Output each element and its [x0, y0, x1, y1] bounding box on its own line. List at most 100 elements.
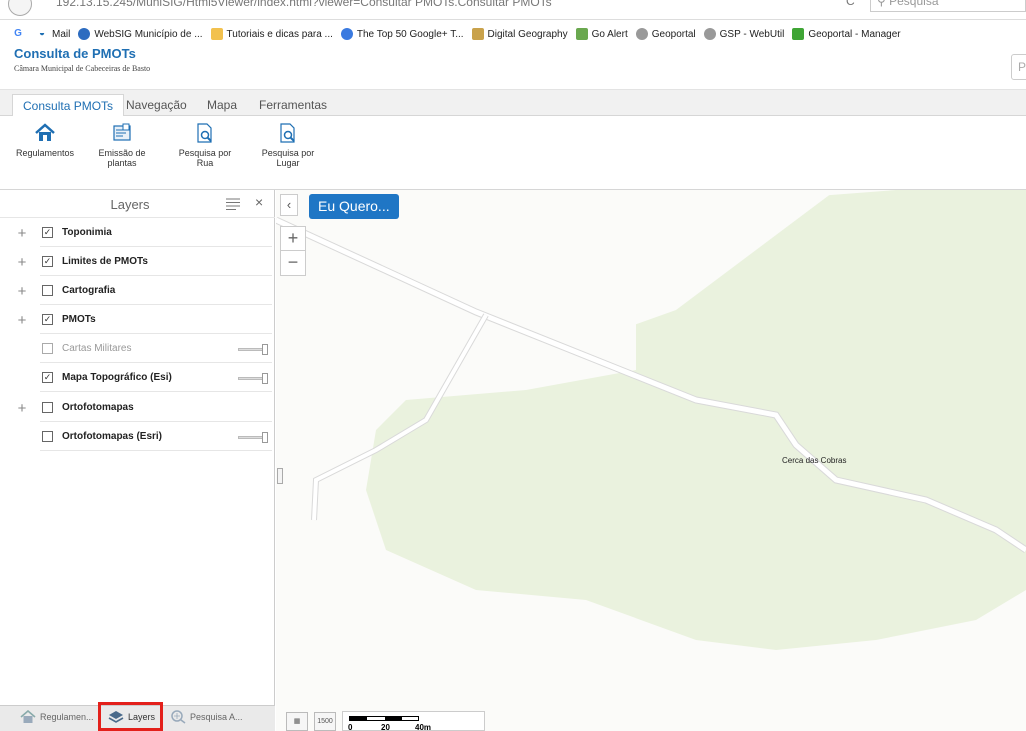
layers-tab-highlight [98, 702, 163, 731]
bookmark-label: Tutoriais e dicas para ... [226, 28, 333, 40]
layer-item-cartas-militares[interactable]: Cartas Militares [40, 334, 272, 363]
expand-plus-icon[interactable]: + [16, 225, 28, 242]
layer-item-pmots[interactable]: ✓ PMOTs [40, 305, 272, 334]
layer-checkbox[interactable] [42, 401, 53, 413]
layer-checkbox[interactable] [42, 342, 53, 354]
bookmark-item[interactable]: Geoportal [635, 28, 696, 40]
layer-checkbox[interactable]: ✓ [42, 226, 53, 238]
button-label: Emissão de [98, 148, 146, 158]
app-search-input[interactable]: P [1011, 54, 1026, 80]
emissao-plantas-button[interactable]: Emissão de plantas [87, 122, 157, 168]
zoom-in-button[interactable]: + [281, 227, 305, 251]
bookmark-item[interactable]: The Top 50 Google+ T... [340, 28, 464, 40]
layer-checkbox[interactable] [42, 284, 53, 296]
bookmark-item[interactable]: WebSIG Município de ... [78, 28, 203, 40]
opacity-slider[interactable] [238, 432, 270, 443]
layer-label: Ortofotomapas [62, 401, 134, 413]
layer-item-cartografia[interactable]: Cartografia [40, 276, 272, 305]
bookmark-label: GSP - WebUtil [719, 28, 785, 40]
pesquisa-lugar-button[interactable]: Pesquisa por Lugar [253, 122, 323, 168]
panel-splitter-handle[interactable] [277, 468, 283, 484]
layer-label: Mapa Topográfico (Esi) [62, 371, 172, 383]
browser-search-input[interactable]: ⚲ Pesquisa [870, 0, 1026, 12]
button-label: Pesquisa por [178, 148, 232, 158]
layer-checkbox[interactable] [42, 430, 53, 442]
tab-pesquisa[interactable]: Pesquisa A... [170, 710, 243, 724]
layers-panel-header: Layers × [0, 190, 275, 218]
layer-item-mapa-topografico[interactable]: ✓ Mapa Topográfico (Esi) [40, 363, 272, 392]
zoom-out-button[interactable]: − [281, 251, 305, 275]
bookmark-label: Geoportal [651, 28, 696, 40]
slider-handle[interactable] [262, 344, 268, 355]
opacity-slider[interactable] [238, 373, 270, 384]
expand-plus-icon[interactable]: + [16, 283, 28, 300]
scale-bar: 0 20 40m [342, 711, 485, 731]
bookmarks-bar: G ◒ Mail WebSIG Município de ... Tutoriai… [0, 24, 1026, 44]
layer-checkbox[interactable]: ✓ [42, 313, 53, 325]
back-button[interactable] [8, 0, 32, 16]
alert-icon [575, 28, 588, 40]
bookmark-item[interactable]: Go Alert [575, 28, 628, 40]
tab-consulta-pmots[interactable]: Consulta PMOTs [12, 94, 125, 117]
layer-checkbox[interactable]: ✓ [42, 255, 53, 267]
layer-item-toponimia[interactable]: ✓ Toponimia [40, 218, 272, 247]
eu-quero-button[interactable]: Eu Quero... [309, 194, 399, 219]
tab-mapa[interactable]: Mapa [197, 94, 247, 117]
slider-handle[interactable] [262, 432, 268, 443]
dg-icon [471, 28, 484, 40]
browser-search-placeholder: Pesquisa [889, 0, 939, 8]
button-label: plantas [107, 158, 137, 168]
bookmark-item[interactable]: Geoportal - Manager [792, 28, 901, 40]
bookmark-item[interactable]: GSP - WebUtil [703, 28, 785, 40]
globe-icon [703, 28, 716, 40]
bookmark-label: Mail [52, 28, 71, 40]
mail-icon: ◒ [38, 28, 46, 39]
scale-button[interactable]: 1500 [314, 712, 336, 731]
url-field[interactable]: 192.13.15.245/MuniSIG/Html5Viewer/index.… [56, 0, 552, 9]
globe-icon [635, 28, 648, 40]
layer-item-ortofotomapas[interactable]: Ortofotomapas [40, 393, 272, 422]
manager-icon [792, 28, 805, 40]
bookmark-item[interactable]: ◒ Mail [36, 28, 70, 40]
tab-regulamentos[interactable]: Regulamen... [20, 710, 94, 724]
tab-navegacao[interactable]: Navegação [116, 94, 197, 117]
bookmark-item[interactable]: Digital Geography [471, 28, 568, 40]
reload-icon[interactable]: C [846, 0, 855, 8]
layers-panel: Layers × + ✓ Toponimia + ✓ Limites de PM… [0, 190, 275, 731]
browser-address-bar: 192.13.15.245/MuniSIG/Html5Viewer/index.… [0, 0, 1026, 20]
apps-bookmark[interactable]: G [12, 28, 28, 40]
layer-checkbox[interactable]: ✓ [42, 371, 53, 383]
map-view[interactable] [276, 190, 1026, 731]
scale-bar-graphic [349, 716, 419, 721]
layer-label: Toponimia [62, 226, 112, 238]
pesquisa-rua-button[interactable]: Pesquisa por Rua [170, 122, 240, 168]
map-tools: ▦ 1500 [286, 712, 336, 731]
tab-ferramentas[interactable]: Ferramentas [249, 94, 337, 117]
blog-icon [340, 28, 353, 40]
layer-item-limites-pmots[interactable]: ✓ Limites de PMOTs [40, 247, 272, 276]
home-icon [35, 123, 55, 141]
collapse-panel-button[interactable]: ‹ [280, 194, 298, 216]
search-doc-icon [197, 123, 212, 143]
menu-icon[interactable] [226, 198, 240, 210]
opacity-slider[interactable] [238, 344, 270, 355]
map-canvas [276, 190, 1026, 650]
expand-plus-icon[interactable]: + [16, 254, 28, 271]
button-label: Pesquisa por [261, 148, 315, 158]
close-icon[interactable]: × [255, 194, 263, 210]
button-label: Regulamentos [15, 148, 75, 158]
layer-label: PMOTs [62, 313, 96, 325]
bookmark-label: Go Alert [591, 28, 628, 40]
bookmark-item[interactable]: Tutoriais e dicas para ... [210, 28, 333, 40]
bookmark-label: Digital Geography [487, 28, 568, 40]
app-subtitle: Câmara Municipal de Cabeceiras de Basto [14, 64, 151, 73]
expand-plus-icon[interactable]: + [16, 312, 28, 329]
overview-map-button[interactable]: ▦ [286, 712, 308, 731]
tab-label: Pesquisa A... [190, 712, 243, 722]
regulamentos-button[interactable]: Regulamentos [10, 122, 80, 158]
home-icon [20, 710, 36, 723]
slider-handle[interactable] [262, 373, 268, 384]
expand-plus-icon[interactable]: + [16, 400, 28, 417]
app-title: Consulta de PMOTs [14, 46, 136, 61]
layer-item-ortofotomapas-esri[interactable]: Ortofotomapas (Esri) [40, 422, 272, 451]
